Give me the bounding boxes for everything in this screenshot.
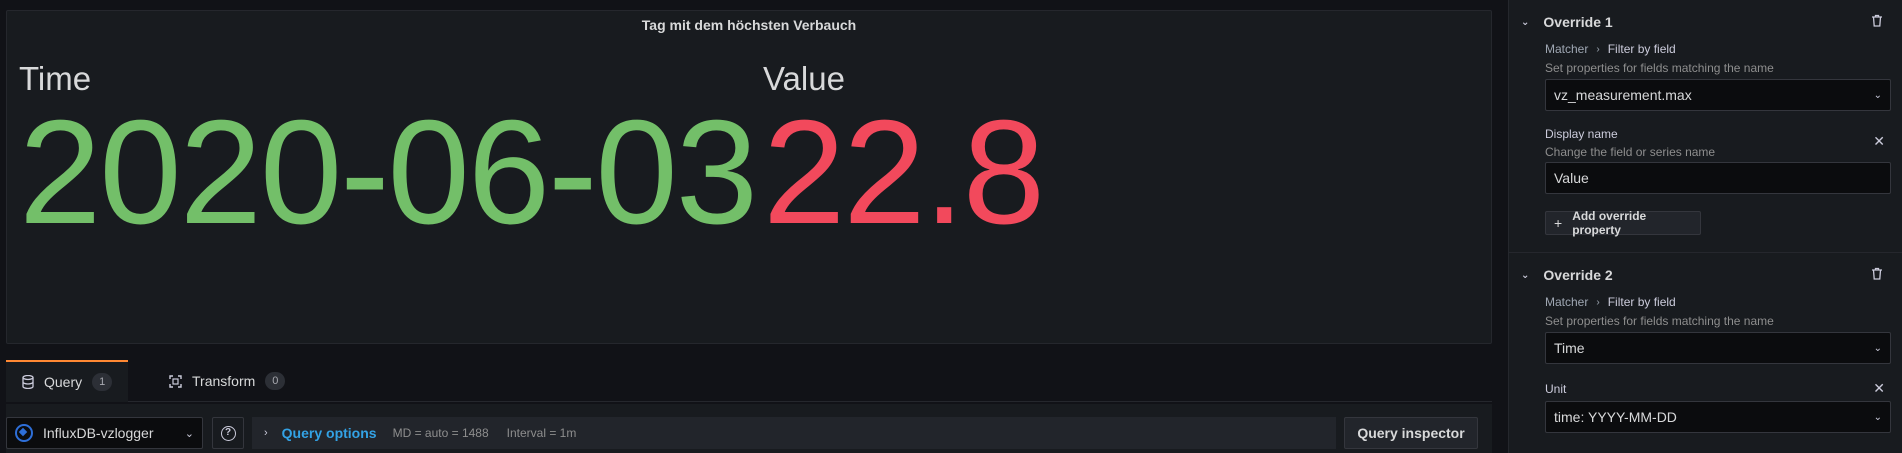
override-2-field-select[interactable]: Time ⌄ — [1545, 332, 1891, 364]
stat-value-field: Value 22.8 — [763, 49, 1045, 255]
chevron-right-icon: › — [1596, 43, 1600, 55]
query-options-interval: Interval = 1m — [506, 426, 577, 440]
override-2-matcher-desc: Set properties for fields matching the n… — [1545, 314, 1774, 328]
trash-icon[interactable] — [1871, 267, 1883, 280]
tab-transform-label: Transform — [192, 373, 256, 389]
main-area: Tag mit dem höchsten Verbauch Time 2020-… — [0, 0, 1502, 453]
tab-transform[interactable]: Transform 0 — [152, 360, 301, 402]
override-1-property-label: Display name — [1545, 127, 1618, 141]
matcher-label: Matcher — [1545, 42, 1589, 56]
transform-icon — [168, 374, 182, 388]
override-2-title: Override 2 — [1543, 267, 1613, 283]
field-select-value: vz_measurement.max — [1554, 87, 1692, 103]
influxdb-icon — [15, 424, 33, 442]
chevron-down-icon: ⌄ — [1521, 269, 1530, 281]
trash-icon[interactable] — [1871, 14, 1883, 27]
chevron-right-icon: › — [1596, 296, 1600, 308]
tab-query[interactable]: Query 1 — [6, 360, 128, 402]
tab-query-label: Query — [44, 374, 83, 390]
query-options-bar[interactable]: › Query options MD = auto = 1488 Interva… — [252, 417, 1336, 449]
stat-value-value: 22.8 — [763, 90, 1045, 255]
field-select-value: Time — [1554, 340, 1585, 356]
database-icon — [22, 375, 34, 389]
matcher-label: Matcher — [1545, 295, 1589, 309]
chevron-down-icon: ⌄ — [1521, 16, 1530, 28]
query-row: InfluxDB-vzlogger ⌄ ? › Query options MD… — [6, 404, 1492, 453]
override-1-field-select[interactable]: vz_measurement.max ⌄ — [1545, 79, 1891, 111]
chevron-down-icon: ⌄ — [1873, 342, 1882, 354]
datasource-name: InfluxDB-vzlogger — [43, 425, 154, 441]
override-1: ⌄ Override 1 Matcher › Filter by field S… — [1509, 0, 1902, 252]
stat-value-time: 2020-06-03 — [19, 90, 758, 255]
add-override-property-button[interactable]: + Add override property — [1545, 209, 1701, 237]
matcher-type: Filter by field — [1607, 42, 1676, 56]
tab-transform-count: 0 — [265, 372, 286, 390]
plus-icon: + — [1554, 215, 1563, 231]
close-icon[interactable]: ✕ — [1873, 133, 1885, 150]
unit-select[interactable]: time: YYYY-MM-DD ⌄ — [1545, 401, 1891, 433]
add-override-property-label: Add override property — [1572, 209, 1647, 237]
datasource-picker[interactable]: InfluxDB-vzlogger ⌄ — [6, 417, 203, 449]
question-icon: ? — [220, 425, 236, 441]
stat-panel[interactable]: Tag mit dem höchsten Verbauch Time 2020-… — [6, 10, 1492, 344]
override-1-header[interactable]: ⌄ Override 1 — [1521, 12, 1613, 32]
override-1-matcher-breadcrumb: Matcher › Filter by field — [1545, 42, 1676, 56]
unit-select-value: time: YYYY-MM-DD — [1554, 409, 1677, 425]
override-2-header[interactable]: ⌄ Override 2 — [1521, 265, 1613, 285]
override-2-matcher-breadcrumb: Matcher › Filter by field — [1545, 295, 1676, 309]
query-inspector-button[interactable]: Query inspector — [1344, 417, 1478, 449]
tab-query-count: 1 — [92, 373, 113, 391]
query-options-title[interactable]: Query options — [282, 425, 377, 441]
override-2: ⌄ Override 2 Matcher › Filter by field S… — [1509, 253, 1902, 453]
display-name-value: Value — [1554, 170, 1589, 186]
stat-time: Time 2020-06-03 — [19, 49, 758, 255]
override-1-title: Override 1 — [1543, 14, 1613, 30]
overrides-pane: ⌄ Override 1 Matcher › Filter by field S… — [1508, 0, 1902, 453]
panel-title[interactable]: Tag mit dem höchsten Verbauch — [7, 11, 1491, 39]
chevron-down-icon: ⌄ — [1873, 411, 1882, 423]
chevron-right-icon: › — [264, 427, 268, 439]
help-button[interactable]: ? — [212, 417, 244, 449]
query-tabs: Query 1 Transform 0 — [6, 360, 1492, 402]
chevron-down-icon: ⌄ — [1873, 89, 1882, 101]
override-1-property-desc: Change the field or series name — [1545, 145, 1716, 159]
display-name-input[interactable]: Value — [1545, 162, 1891, 194]
override-1-matcher-desc: Set properties for fields matching the n… — [1545, 61, 1774, 75]
override-2-property-label: Unit — [1545, 382, 1567, 396]
close-icon[interactable]: ✕ — [1873, 380, 1885, 397]
query-options-md: MD = auto = 1488 — [392, 426, 489, 440]
matcher-type: Filter by field — [1607, 295, 1676, 309]
chevron-down-icon: ⌄ — [184, 427, 194, 440]
